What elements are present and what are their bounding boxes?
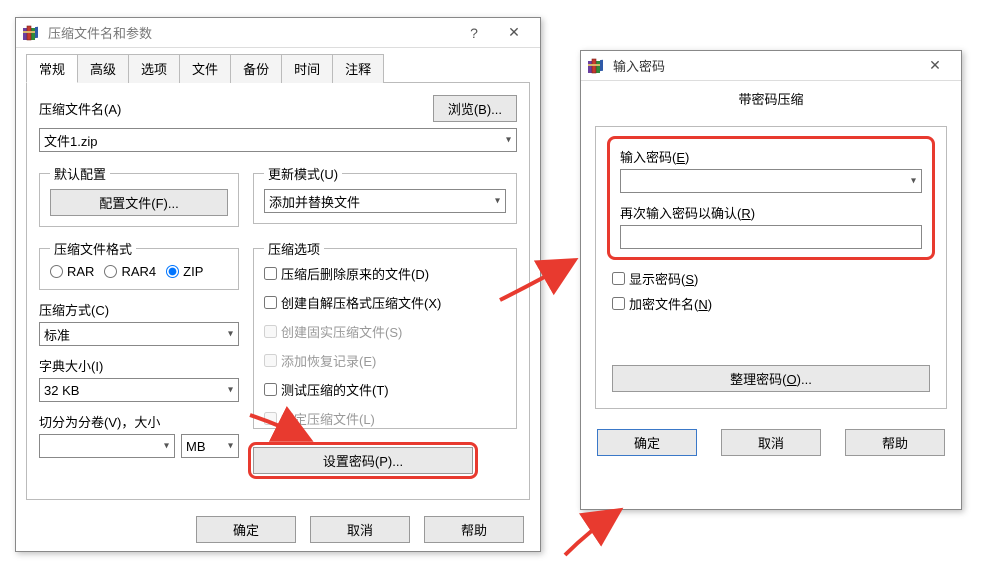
split-size-input[interactable] xyxy=(39,434,175,458)
browse-button[interactable]: 浏览(B)... xyxy=(433,95,517,122)
help-button[interactable]: 帮助 xyxy=(845,429,945,456)
tab-advanced[interactable]: 高级 xyxy=(77,54,129,83)
password-dialog: 输入密码 ✕ 带密码压缩 输入密码(E) ▾ 再次输入密码以确认(R) xyxy=(580,50,962,510)
dialog-title: 压缩文件名和参数 xyxy=(48,23,454,42)
archive-name-label: 压缩文件名(A) xyxy=(39,99,121,118)
close-button[interactable]: ✕ xyxy=(915,52,955,80)
help-button[interactable]: ? xyxy=(454,19,494,47)
dict-label: 字典大小(I) xyxy=(39,356,239,375)
archive-params-dialog: 压缩文件名和参数 ? ✕ 常规 高级 选项 文件 备份 时间 注释 压缩文件名(… xyxy=(15,17,541,552)
tab-files[interactable]: 文件 xyxy=(179,54,231,83)
set-password-button[interactable]: 设置密码(P)... xyxy=(253,447,473,474)
password-input[interactable] xyxy=(620,169,922,193)
tab-general[interactable]: 常规 xyxy=(26,54,78,83)
titlebar: 压缩文件名和参数 ? ✕ xyxy=(16,18,540,48)
ok-button[interactable]: 确定 xyxy=(196,516,296,543)
app-icon xyxy=(22,24,40,42)
default-profile-legend: 默认配置 xyxy=(50,164,110,183)
archive-name-input[interactable] xyxy=(39,128,517,152)
update-mode-group: 更新模式(U) ▾ xyxy=(253,164,517,224)
cancel-button[interactable]: 取消 xyxy=(310,516,410,543)
method-select[interactable] xyxy=(39,322,239,346)
opt-solid: 创建固实压缩文件(S) xyxy=(264,322,496,341)
opt-test[interactable]: 测试压缩的文件(T) xyxy=(264,380,496,399)
split-label: 切分为分卷(V)，大小 xyxy=(39,412,239,431)
format-rar4[interactable]: RAR4 xyxy=(104,264,156,279)
opt-lock: 锁定压缩文件(L) xyxy=(264,409,496,428)
dialog-buttons: 确定 取消 帮助 xyxy=(16,508,540,557)
encrypt-names-check[interactable]: 加密文件名(N) xyxy=(612,294,920,313)
default-profile-group: 默认配置 配置文件(F)... xyxy=(39,164,239,227)
opt-delete-after[interactable]: 压缩后删除原来的文件(D) xyxy=(264,264,496,283)
dialog-title: 输入密码 xyxy=(613,56,915,75)
password-header: 带密码压缩 xyxy=(581,81,961,116)
profiles-button[interactable]: 配置文件(F)... xyxy=(50,189,228,216)
format-group: 压缩文件格式 RAR RAR4 ZIP xyxy=(39,239,239,290)
tabs: 常规 高级 选项 文件 备份 时间 注释 xyxy=(26,54,530,83)
cancel-button[interactable]: 取消 xyxy=(721,429,821,456)
opt-recovery: 添加恢复记录(E) xyxy=(264,351,496,370)
tab-time[interactable]: 时间 xyxy=(281,54,333,83)
method-label: 压缩方式(C) xyxy=(39,300,239,319)
split-unit-select[interactable] xyxy=(181,434,239,458)
tab-comment[interactable]: 注释 xyxy=(332,54,384,83)
reenter-password-label: 再次输入密码以确认(R) xyxy=(620,203,922,222)
show-password-check[interactable]: 显示密码(S) xyxy=(612,269,920,288)
update-mode-legend: 更新模式(U) xyxy=(264,164,342,183)
enter-password-label: 输入密码(E) xyxy=(620,147,922,166)
app-icon xyxy=(587,57,605,75)
compress-options-group: 压缩选项 压缩后删除原来的文件(D) 创建自解压格式压缩文件(X) 创建固实压缩… xyxy=(253,239,517,429)
format-zip[interactable]: ZIP xyxy=(166,264,203,279)
tab-backup[interactable]: 备份 xyxy=(230,54,282,83)
password-confirm-input[interactable] xyxy=(620,225,922,249)
compress-options-legend: 压缩选项 xyxy=(264,239,324,258)
format-legend: 压缩文件格式 xyxy=(50,239,136,258)
organize-passwords-button[interactable]: 整理密码(O)... xyxy=(612,365,930,392)
opt-sfx[interactable]: 创建自解压格式压缩文件(X) xyxy=(264,293,496,312)
update-mode-select[interactable] xyxy=(264,189,506,213)
format-rar[interactable]: RAR xyxy=(50,264,94,279)
close-button[interactable]: ✕ xyxy=(494,19,534,47)
dict-select[interactable] xyxy=(39,378,239,402)
help-button[interactable]: 帮助 xyxy=(424,516,524,543)
titlebar: 输入密码 ✕ xyxy=(581,51,961,81)
password-section: 输入密码(E) ▾ 再次输入密码以确认(R) 显示密码(S) xyxy=(595,126,947,409)
tab-options[interactable]: 选项 xyxy=(128,54,180,83)
ok-button[interactable]: 确定 xyxy=(597,429,697,456)
tab-panel-general: 压缩文件名(A) 浏览(B)... ▾ 默认配置 配置文件(F)... 更新模式… xyxy=(26,82,530,500)
